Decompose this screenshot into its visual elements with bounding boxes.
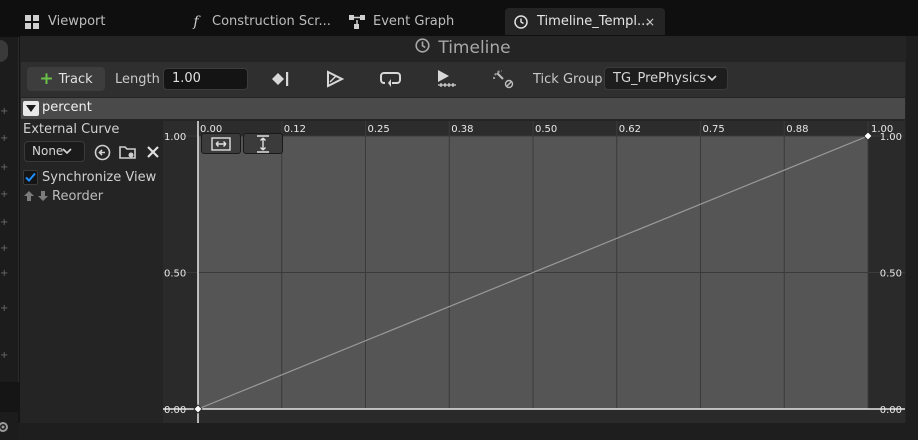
bottom-strip: [18, 423, 918, 440]
tick-group-label: Tick Group: [533, 72, 603, 87]
grid-icon: [24, 14, 40, 30]
time-tick-label: 0.12: [284, 124, 306, 135]
time-dilation-icon: [493, 70, 514, 89]
expand-marker: +: [0, 303, 9, 314]
external-curve-value: None: [32, 144, 64, 158]
value-tick-label-right: 0.50: [880, 269, 902, 280]
track-name[interactable]: percent: [42, 100, 92, 115]
panel-title: Timeline: [20, 36, 906, 60]
use-last-keyframe-button[interactable]: [268, 68, 292, 90]
external-curve-label: External Curve: [23, 122, 120, 137]
time-tick-label: 0.88: [786, 124, 808, 135]
replicated-icon: [438, 70, 456, 87]
curve-graph-canvas[interactable]: 0.00 0.12 0.25 0.38 0.50 0.62 0.75 0.88 1.00 1.00…: [163, 121, 905, 423]
time-tick-label: 0.62: [619, 124, 641, 135]
expand-marker: +: [0, 268, 9, 279]
tab-viewport[interactable]: Viewport: [16, 8, 176, 35]
fit-horizontal-icon: [211, 136, 231, 151]
zoom-to-fit-horizontal-button[interactable]: [201, 133, 241, 154]
tab-label: Viewport: [48, 14, 106, 29]
tab-label: Construction Scr...: [212, 14, 331, 29]
add-track-button[interactable]: + Track: [27, 67, 105, 91]
collapse-track-toggle[interactable]: [23, 101, 39, 116]
autoplay-icon: [327, 70, 345, 88]
value-tick-label-left: 0.00: [164, 405, 186, 416]
expand-marker: +: [0, 162, 9, 173]
expand-marker: +: [0, 350, 9, 361]
synchronize-view-label: Synchronize View: [42, 170, 157, 185]
value-tick-label-right: 1.00: [880, 132, 902, 143]
loop-button[interactable]: [379, 68, 403, 90]
fit-vertical-icon: [257, 134, 269, 153]
browse-curve-button[interactable]: [119, 143, 137, 161]
arrow-left-circle-icon: [94, 144, 110, 160]
expand-marker: +: [0, 133, 9, 144]
triangle-down-icon: [26, 105, 36, 112]
replicated-button[interactable]: [435, 68, 459, 90]
tick-group-dropdown[interactable]: TG_PrePhysics: [604, 67, 728, 90]
ignore-time-dilation-button[interactable]: [491, 68, 515, 90]
folder-search-icon: [119, 145, 136, 159]
value-tick-label-left: 0.50: [164, 269, 186, 280]
scroll-knob[interactable]: [0, 40, 8, 62]
close-tab-icon[interactable]: ×: [645, 15, 655, 29]
chevron-down-icon: [62, 148, 72, 155]
chevron-down-icon: [707, 68, 717, 95]
plus-icon: +: [39, 69, 54, 89]
length-label: Length: [115, 72, 160, 87]
close-icon: [147, 146, 159, 158]
clock-icon: [513, 14, 529, 30]
tab-timeline-template[interactable]: Timeline_Templ... ×: [505, 8, 665, 35]
tab-label: Timeline_Templ...: [537, 14, 650, 29]
value-tick-label-left: 1.00: [164, 132, 186, 143]
time-tick-label: 0.75: [703, 124, 725, 135]
time-tick-label: 0.38: [451, 124, 473, 135]
external-curve-dropdown[interactable]: None: [24, 141, 85, 162]
time-tick-label: 0.25: [368, 124, 390, 135]
use-selected-curve-button[interactable]: [93, 143, 111, 161]
length-input[interactable]: 1.00: [163, 68, 248, 90]
tab-label: Event Graph: [373, 14, 455, 29]
autoplay-button[interactable]: [323, 68, 347, 90]
right-scrollbar[interactable]: [906, 36, 918, 440]
checkmark-icon: [25, 172, 36, 182]
last-keyframe-icon: [272, 72, 289, 86]
tab-event-graph[interactable]: Event Graph: [341, 8, 501, 35]
expand-marker: +: [0, 189, 9, 200]
reorder-arrows-icon[interactable]: [23, 190, 49, 205]
time-tick-label: 0.50: [535, 124, 557, 135]
reorder-label[interactable]: Reorder: [52, 189, 103, 204]
expand-marker: +: [0, 243, 9, 254]
settings-strip: [0, 412, 18, 440]
function-icon: f: [193, 13, 199, 30]
clear-curve-button[interactable]: [144, 143, 162, 161]
loop-icon: [380, 72, 401, 87]
expand-marker: +: [0, 217, 9, 228]
tick-group-value: TG_PrePhysics: [613, 71, 707, 86]
graph-icon: [349, 14, 365, 30]
clock-icon: [415, 38, 430, 58]
left-dock-strip: + + + + + + + + +: [0, 37, 19, 382]
tab-construction-script[interactable]: f Construction Scr...: [180, 8, 340, 35]
add-track-label: Track: [58, 71, 93, 87]
title-text: Timeline: [438, 38, 511, 58]
synchronize-view-checkbox[interactable]: [23, 170, 38, 185]
zoom-to-fit-vertical-button[interactable]: [243, 133, 283, 154]
gear-icon[interactable]: [0, 420, 10, 434]
expand-marker: +: [0, 106, 9, 117]
track-header[interactable]: percent: [21, 98, 905, 119]
value-tick-label-right: 0.00: [880, 405, 902, 416]
